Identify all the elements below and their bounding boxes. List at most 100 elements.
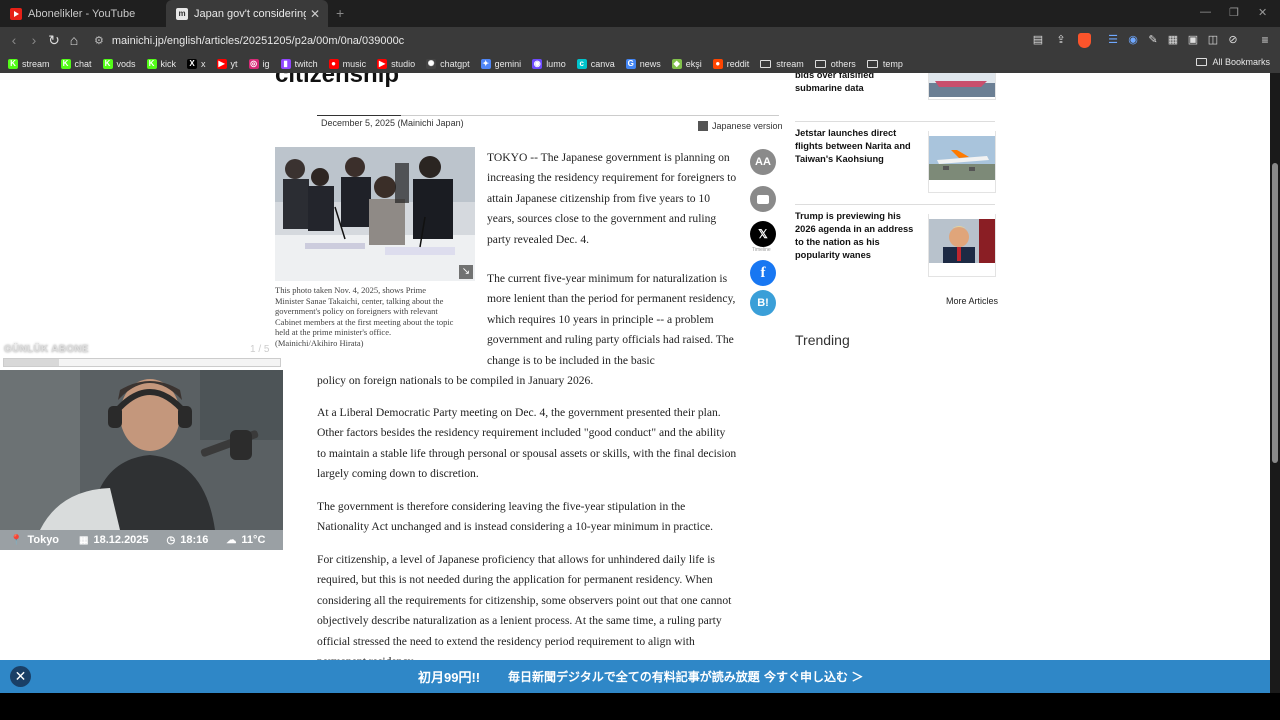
bookmark-x[interactable]: Xx [187, 58, 206, 69]
url-text: mainichi.jp/english/articles/20251205/p2… [111, 34, 405, 47]
reload-icon[interactable]: ↻ [46, 32, 62, 48]
bookmark-twitch[interactable]: ▮ twitch [280, 58, 318, 69]
headline: citizenship [275, 73, 400, 88]
sidebar-article-title[interactable]: Trump is previewing his 2026 agenda in a… [795, 210, 920, 262]
bookmark-icon: ▶ [216, 58, 227, 69]
address-bar[interactable]: ⚙ mainichi.jp/english/articles/20251205/… [88, 29, 1008, 52]
bookmark-kick[interactable]: Kkick [146, 58, 176, 69]
bookmark-music[interactable]: ● music [328, 58, 366, 69]
home-icon[interactable]: ⌂ [66, 32, 82, 48]
article-photo[interactable]: ↘ [275, 147, 475, 281]
bookmark-label: vods [116, 58, 136, 69]
scrollbar-thumb[interactable] [1272, 163, 1278, 463]
reading-list-icon[interactable]: ▣ [1185, 32, 1201, 48]
submarine-thumbnail[interactable] [929, 73, 995, 97]
expand-icon[interactable]: ↘ [459, 265, 473, 279]
bookmark-label: stream [776, 58, 804, 69]
clock-icon: ◷ [166, 534, 176, 546]
close-window-icon[interactable]: ✕ [1258, 6, 1267, 19]
bookmark-icon: ◎ [248, 58, 259, 69]
printer-icon [757, 195, 769, 204]
more-articles-link[interactable]: More Articles [946, 296, 998, 306]
tab-mainichi[interactable]: m Japan gov't considering 10-year ✕ [166, 0, 328, 27]
navigation-bar: ‹ › ↻ ⌂ ⚙ mainichi.jp/english/articles/2… [0, 27, 1280, 54]
bookmark-yt[interactable]: ▶ yt [216, 58, 238, 69]
bookmark-studio[interactable]: ▶ studio [377, 58, 415, 69]
tab-youtube[interactable]: Abonelikler - YouTube [0, 0, 165, 27]
bookmark-icon: ▶ [377, 58, 388, 69]
article-paragraph: The government is therefore considering … [317, 500, 714, 534]
sidebar-article-title[interactable]: bids over falsified submarine data [795, 73, 920, 95]
font-size-button[interactable]: AA [750, 149, 776, 175]
hatena-bookmark-icon: B! [757, 297, 769, 309]
japanese-version-link[interactable]: Japanese version [698, 121, 783, 131]
subscription-banner[interactable]: ✕ 初月99円!! 毎日新聞デジタルで全ての有料記事が読み放題 今すぐ申し込む … [0, 660, 1270, 693]
taskbar-area [0, 693, 1280, 720]
bookmarks-panel-icon[interactable]: ▦ [1165, 32, 1181, 48]
bookmark-others[interactable]: others [814, 59, 856, 69]
jetstar-thumbnail[interactable] [929, 136, 995, 180]
pin-icon: 📍 [10, 534, 23, 546]
close-icon[interactable]: ✕ [10, 666, 31, 687]
all-bookmarks-label: All Bookmarks [1212, 57, 1270, 67]
divider-accent [317, 115, 401, 116]
sidebar-divider [795, 121, 995, 122]
trump-thumbnail[interactable] [929, 219, 995, 263]
bookmark-label: yt [230, 58, 238, 69]
bookmark-icon: ◆ [671, 58, 682, 69]
close-tab-icon[interactable]: ✕ [310, 7, 320, 21]
bookmark-news[interactable]: Gnews [625, 58, 661, 69]
bookmark-vods[interactable]: Kvods [102, 58, 136, 69]
tab-groups-icon[interactable]: ◫ [1205, 32, 1221, 48]
leo-ai-icon[interactable]: ◉ [1125, 32, 1141, 48]
time-text: 18:16 [180, 534, 209, 546]
bookmark-icon: ✦ [480, 58, 491, 69]
bookmark-icon: ● [712, 58, 723, 69]
bookmark-temp[interactable]: temp [866, 59, 903, 69]
bookmark-gemini[interactable]: ✦ gemini [480, 58, 521, 69]
bookmark-stream[interactable]: stream [760, 59, 804, 69]
new-tab-button[interactable]: + [336, 5, 344, 21]
menu-icon[interactable]: ≡ [1257, 32, 1273, 48]
temperature-text: 11°C [241, 534, 266, 546]
restore-icon[interactable]: ❐ [1229, 6, 1239, 19]
all-bookmarks-button[interactable]: All Bookmarks [1196, 57, 1270, 67]
share-x-button[interactable]: 𝕏 [750, 221, 776, 247]
site-settings-icon[interactable]: ⚙ [94, 34, 104, 47]
forward-icon[interactable]: › [26, 32, 42, 48]
bookmark-canva[interactable]: c canva [576, 58, 615, 69]
cabinet-meeting-photo [275, 147, 475, 281]
dateline: December 5, 2025 (Mainichi Japan) [321, 118, 464, 128]
x-icon: 𝕏 [758, 227, 768, 241]
mainichi-icon: m [176, 7, 188, 20]
bookmark-chat[interactable]: Kchat [60, 58, 92, 69]
bookmark-lumo[interactable]: ◉ lumo [532, 58, 566, 69]
reader-mode-icon[interactable]: ▤ [1030, 32, 1046, 48]
bookmark-stream[interactable]: Kstream [8, 58, 50, 69]
share-facebook-button[interactable]: f [750, 260, 776, 286]
trending-heading: Trending [795, 332, 850, 348]
promo-cta-link[interactable]: 今すぐ申し込む ＞ [764, 668, 863, 685]
sidebar-article-title[interactable]: Jetstar launches direct flights between … [795, 127, 920, 166]
share-icon[interactable]: ⇪ [1053, 32, 1069, 48]
brave-shields-icon[interactable] [1078, 33, 1091, 48]
page-scrollbar[interactable] [1270, 73, 1280, 693]
bookmark-ig[interactable]: ◎ ig [248, 58, 270, 69]
folder-icon [760, 59, 772, 68]
bookmark-icon: G [625, 58, 636, 69]
link-icon[interactable]: ⊘ [1225, 32, 1241, 48]
bookmark-icon: ◉ [532, 58, 543, 69]
back-icon[interactable]: ‹ [6, 32, 22, 48]
article-paragraph: TOKYO -- The Japanese government is plan… [487, 151, 737, 246]
tab-strip: Abonelikler - YouTube m Japan gov't cons… [0, 0, 1280, 27]
bookmark-chatgpt[interactable]: ✺ chatgpt [426, 58, 470, 69]
bookmark-eki[interactable]: ◆ ekşi [671, 58, 702, 69]
print-button[interactable] [750, 186, 776, 212]
article-paragraph-continued: policy on foreign nationals to be compil… [317, 374, 594, 387]
extensions-icon[interactable]: ✎ [1145, 32, 1161, 48]
bookmark-reddit[interactable]: ● reddit [712, 58, 749, 69]
share-hatena-button[interactable]: B! [750, 290, 776, 316]
sidebar-toggle-icon[interactable]: ☰ [1105, 32, 1121, 48]
bookmark-label: ekşi [685, 58, 702, 69]
minimize-icon[interactable]: — [1200, 6, 1211, 18]
